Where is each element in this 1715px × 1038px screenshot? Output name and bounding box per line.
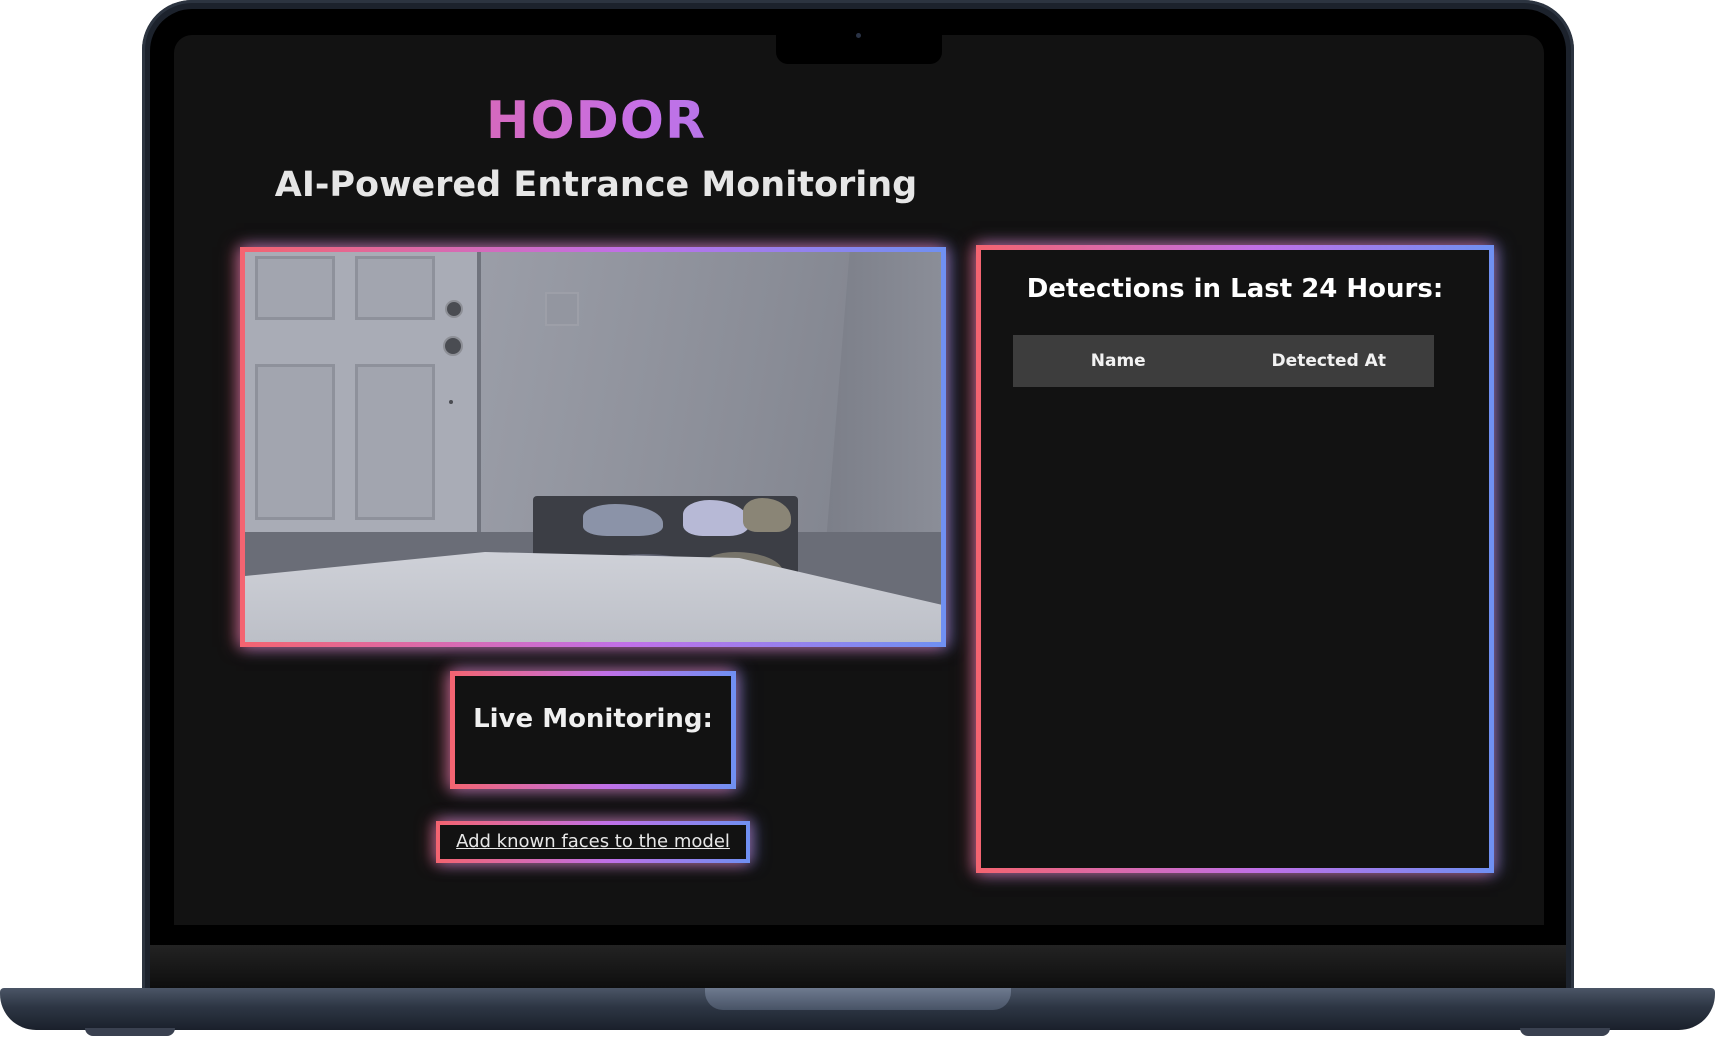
detections-panel: Detections in Last 24 Hours: Name Detect…	[976, 245, 1494, 873]
camera-feed-frame	[240, 247, 946, 647]
detections-table-header: Name Detected At	[1013, 335, 1434, 387]
base-hinge-notch	[705, 988, 1011, 1010]
camera-feed	[245, 252, 941, 642]
door-image	[245, 252, 481, 544]
app-title: HODOR	[174, 91, 1018, 151]
add-known-faces-link[interactable]: Add known faces to the model	[440, 825, 746, 859]
app-subtitle: AI-Powered Entrance Monitoring	[274, 165, 918, 205]
laptop-chin	[150, 945, 1566, 990]
laptop-foot-left	[85, 1028, 175, 1036]
column-header-detected-at: Detected At	[1271, 351, 1386, 371]
add-faces-link-frame: Add known faces to the model	[436, 821, 750, 863]
app-screen: HODOR AI-Powered Entrance Monitoring Liv…	[174, 35, 1544, 925]
column-header-name: Name	[1090, 351, 1146, 371]
live-monitoring-panel: Live Monitoring:	[450, 671, 736, 789]
detections-heading: Detections in Last 24 Hours:	[1026, 274, 1444, 304]
wall-switch-image	[545, 292, 579, 326]
live-monitoring-label: Live Monitoring:	[473, 704, 713, 734]
laptop-foot-right	[1520, 1028, 1610, 1036]
webcam-icon	[856, 33, 861, 38]
